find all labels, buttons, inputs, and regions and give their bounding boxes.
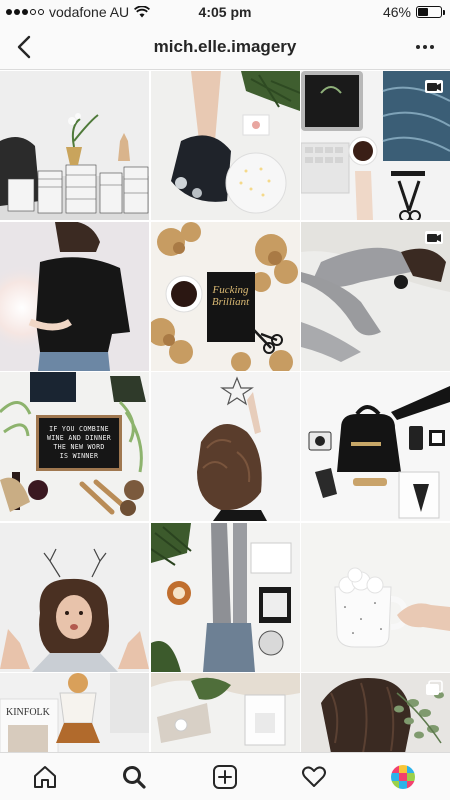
photo-reindeer-antlers [0,522,149,672]
profile-avatar-icon[interactable] [390,764,416,790]
video-badge-icon [425,230,443,244]
post-thumbnail[interactable] [0,71,149,220]
photo-socks-christmas [150,522,300,672]
battery-fill [418,8,429,16]
book-title-line: Fucking [212,283,249,296]
post-thumbnail[interactable] [150,522,300,672]
post-thumbnail[interactable]: Fucking Brilliant [150,221,300,371]
photo-blanket-book [150,673,300,752]
battery-icon [416,6,445,18]
post-grid: Fucking Brilliant IF YOU COMBINE WINE AN… [0,71,450,752]
search-icon[interactable] [121,764,147,790]
post-thumbnail[interactable] [301,221,450,371]
profile-header: mich.elle.imagery [0,24,450,70]
status-right: 46% [382,4,445,20]
letterboard-line: WINE AND DINNER [46,434,112,442]
photo-mug-marshmallows [301,522,450,672]
letterboard: IF YOU COMBINE WINE AND DINNER THE NEW W… [36,415,122,471]
new-post-icon[interactable] [212,764,238,790]
letterboard-line: THE NEW WORD [53,443,105,451]
photo-woman-glow [0,221,149,371]
post-thumbnail[interactable] [301,673,450,752]
post-thumbnail[interactable] [301,522,450,672]
svg-text:KINFOLK: KINFOLK [6,707,51,718]
status-bar: vodafone AU 4:05 pm 46% [0,0,450,24]
post-thumbnail[interactable] [150,71,300,220]
post-thumbnail[interactable]: IF YOU COMBINE WINE AND DINNER THE NEW W… [0,372,149,521]
video-badge-icon [425,80,443,93]
post-thumbnail[interactable] [150,372,300,521]
battery-percent: 46% [382,4,411,20]
carousel-badge-icon [426,680,443,695]
profile-username: mich.elle.imagery [153,37,297,56]
post-thumbnail[interactable] [0,221,149,371]
photo-legs-pine-lights [150,71,300,220]
heart-icon[interactable] [301,764,327,790]
post-thumbnail[interactable] [301,71,450,220]
photo-star-curls [150,372,300,521]
post-thumbnail[interactable] [301,372,450,521]
home-icon[interactable] [32,764,58,790]
letterboard-line: IS WINNER [59,452,99,460]
bottom-tab-bar [0,752,450,800]
book-title-line: Brilliant [211,295,250,308]
book-title: Fucking Brilliant [208,284,254,308]
post-thumbnail[interactable]: KINFOLK [0,673,149,752]
back-chevron-icon[interactable] [12,34,38,60]
photo-kinfolk-tea: KINFOLK [0,673,149,752]
more-options-icon[interactable] [414,38,436,56]
post-thumbnail[interactable] [150,673,300,752]
post-thumbnail[interactable] [0,522,149,672]
photo-bag-flatlay [301,372,450,521]
photo-books-vase [0,71,149,220]
letterboard-line: IF YOU COMBINE [49,425,109,433]
